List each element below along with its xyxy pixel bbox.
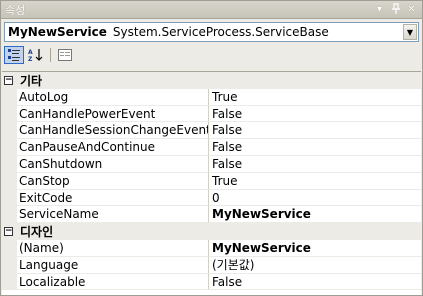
property-row-canstop[interactable]: CanStop True — [2, 172, 421, 190]
window-menu-button[interactable]: ▾ — [373, 3, 386, 16]
property-row-canpauseandcontinue[interactable]: CanPauseAndContinue False — [2, 139, 421, 156]
property-value[interactable]: False — [209, 274, 421, 291]
categorized-icon — [8, 49, 20, 61]
row-gutter — [2, 122, 17, 140]
property-name: CanHandlePowerEvent — [17, 105, 209, 123]
property-value[interactable]: MyNewService — [209, 240, 421, 257]
property-row-canshutdown[interactable]: CanShutdown False — [2, 155, 421, 173]
property-row-language[interactable]: Language (기본값) — [2, 256, 421, 274]
property-row-localizable[interactable]: Localizable False — [2, 273, 421, 291]
property-pages-icon — [58, 49, 72, 61]
property-name: Language — [17, 256, 209, 274]
row-gutter — [2, 239, 17, 257]
category-header-design[interactable]: − 디자인 — [2, 223, 421, 240]
property-name: (Name) — [17, 239, 209, 257]
property-value[interactable]: True — [209, 173, 421, 190]
property-grid: − 기타 AutoLog True CanHandlePowerEvent Fa… — [2, 71, 421, 295]
property-value[interactable]: False — [209, 122, 421, 140]
object-selector[interactable]: MyNewService System.ServiceProcess.Servi… — [4, 22, 419, 42]
property-name: AutoLog — [17, 88, 209, 106]
property-name: CanStop — [17, 172, 209, 190]
sort-alphabetical-icon: A Z — [28, 49, 43, 62]
row-gutter — [2, 105, 17, 123]
object-type: System.ServiceProcess.ServiceBase — [112, 25, 329, 39]
toolbar-separator — [50, 48, 51, 62]
property-toolbar: A Z — [1, 44, 422, 66]
property-name: CanHandleSessionChangeEvent — [17, 122, 209, 140]
property-row-exitcode[interactable]: ExitCode 0 — [2, 189, 421, 207]
property-pages-button[interactable] — [55, 46, 75, 64]
chevron-down-icon[interactable]: ▼ — [403, 24, 417, 40]
property-name: Localizable — [17, 273, 209, 291]
title-bar: 속성 ▾ ✕ — [1, 1, 422, 19]
collapse-icon[interactable]: − — [2, 227, 15, 237]
properties-window: 속성 ▾ ✕ MyNewService System.ServiceProces… — [0, 0, 423, 296]
row-gutter — [2, 256, 17, 274]
svg-text:Z: Z — [28, 56, 33, 62]
property-row-canhandlepowerevent[interactable]: CanHandlePowerEvent False — [2, 105, 421, 123]
property-value[interactable]: 0 — [209, 190, 421, 207]
row-gutter — [2, 155, 17, 173]
property-row-name[interactable]: (Name) MyNewService — [2, 239, 421, 257]
property-value[interactable]: (기본값) — [209, 257, 421, 274]
object-name: MyNewService — [8, 25, 107, 39]
row-gutter — [2, 273, 17, 291]
row-gutter — [2, 206, 17, 224]
window-title: 속성 — [5, 3, 26, 17]
property-row-servicename[interactable]: ServiceName MyNewService — [2, 206, 421, 224]
alphabetical-button[interactable]: A Z — [26, 46, 46, 64]
property-name: ServiceName — [17, 206, 209, 224]
categorized-button[interactable] — [4, 46, 24, 64]
property-value[interactable]: False — [209, 139, 421, 156]
property-value[interactable]: MyNewService — [209, 206, 421, 224]
property-value[interactable]: False — [209, 106, 421, 123]
close-icon[interactable]: ✕ — [405, 3, 418, 16]
svg-text:A: A — [28, 49, 33, 56]
property-row-canhandlesessionchangeevent[interactable]: CanHandleSessionChangeEvent False — [2, 122, 421, 140]
property-name: CanShutdown — [17, 155, 209, 173]
property-value[interactable]: True — [209, 89, 421, 106]
row-gutter — [2, 189, 17, 207]
category-label: 디자인 — [20, 225, 54, 240]
property-name: ExitCode — [17, 189, 209, 207]
property-row-autolog[interactable]: AutoLog True — [2, 88, 421, 106]
row-gutter — [2, 139, 17, 156]
pin-icon[interactable] — [389, 3, 402, 16]
row-gutter — [2, 88, 17, 106]
row-gutter — [2, 172, 17, 190]
property-name: CanPauseAndContinue — [17, 139, 209, 156]
collapse-icon[interactable]: − — [2, 75, 15, 85]
category-header-misc[interactable]: − 기타 — [2, 72, 421, 89]
category-label: 기타 — [20, 73, 43, 88]
property-value[interactable]: False — [209, 156, 421, 173]
